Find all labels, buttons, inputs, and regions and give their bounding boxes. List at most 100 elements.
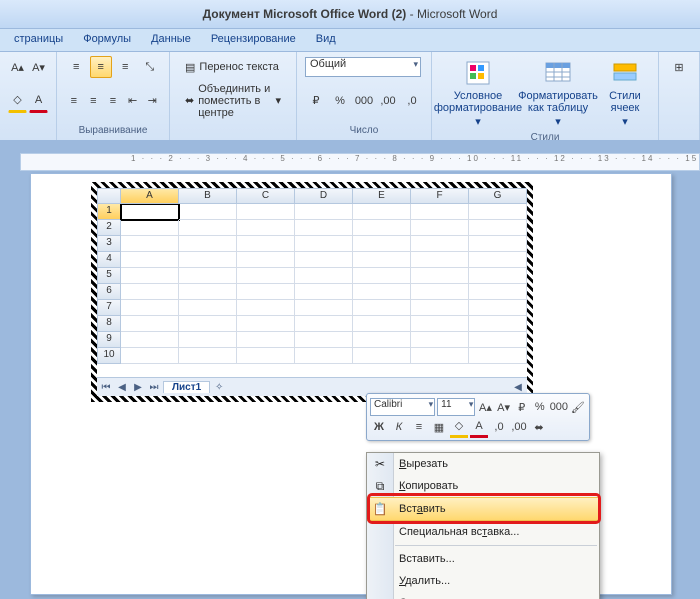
align-center-icon[interactable]: ≡ [85,90,103,112]
cell[interactable] [121,268,179,284]
cell[interactable] [237,236,295,252]
cell[interactable] [353,300,411,316]
mini-percent-icon[interactable]: % [532,398,548,416]
decrease-decimal-icon[interactable]: ,0 [401,90,423,112]
cell[interactable] [121,316,179,332]
cell[interactable] [121,284,179,300]
insert-cells-icon[interactable]: ⊞ [667,56,691,78]
cell[interactable] [469,300,527,316]
cell[interactable] [353,268,411,284]
mini-size-combo[interactable]: 11 [437,398,475,416]
cell[interactable] [179,300,237,316]
cell[interactable] [121,220,179,236]
cell[interactable] [469,348,527,364]
orientation-icon[interactable]: ⤡ [139,56,162,78]
cell[interactable] [469,284,527,300]
cell[interactable] [411,332,469,348]
grid-body[interactable]: 1 2 3 4 5 6 7 8 9 10 [97,204,527,377]
mini-fill-color-icon[interactable]: ◇ [450,417,468,438]
mini-increase-decimal-icon[interactable]: ,00 [510,418,528,436]
cell[interactable] [237,268,295,284]
align-right-icon[interactable]: ≡ [104,90,122,112]
cell[interactable] [353,332,411,348]
cell[interactable] [121,300,179,316]
cell[interactable] [179,268,237,284]
select-all-corner[interactable] [97,188,121,204]
cell[interactable] [353,220,411,236]
cell[interactable] [295,316,353,332]
cell[interactable] [469,236,527,252]
decrease-font-icon[interactable]: A▾ [29,56,48,78]
cell[interactable] [179,220,237,236]
col-header[interactable]: E [353,188,411,204]
font-color-icon[interactable]: A [29,89,48,113]
row-header[interactable]: 2 [97,220,121,236]
cell[interactable] [179,316,237,332]
cell[interactable] [353,316,411,332]
mini-decrease-decimal-icon[interactable]: ,0 [490,418,508,436]
comma-icon[interactable]: 000 [353,90,375,112]
mini-currency-icon[interactable]: ₽ [514,398,530,416]
cell-styles-button[interactable]: Стили ячеек ▾ [600,56,650,130]
menu-copy[interactable]: ⧉Копировать [367,475,599,497]
row-header[interactable]: 1 [97,204,121,220]
cell[interactable] [469,332,527,348]
cell[interactable] [237,316,295,332]
mini-borders-icon[interactable]: ▦ [430,418,448,436]
mini-align-center-icon[interactable]: ≡ [410,418,428,436]
indent-dec-icon[interactable]: ⇤ [124,90,142,112]
col-header[interactable]: D [295,188,353,204]
wrap-text-button[interactable]: ▤Перенос текста [178,56,288,78]
sheet-tab[interactable]: Лист1 [163,381,210,393]
row-header[interactable]: 9 [97,332,121,348]
align-bottom-icon[interactable]: ≡ [114,56,137,78]
cell[interactable] [237,220,295,236]
align-left-icon[interactable]: ≡ [65,90,83,112]
cell[interactable] [237,300,295,316]
col-header[interactable]: A [121,188,179,204]
cell[interactable] [295,284,353,300]
row-header[interactable]: 6 [97,284,121,300]
cell[interactable] [179,204,237,220]
mini-grow-font-icon[interactable]: A▴ [477,398,493,416]
row-header[interactable]: 3 [97,236,121,252]
col-header[interactable]: B [179,188,237,204]
cell[interactable] [411,220,469,236]
cell[interactable] [411,252,469,268]
mini-comma-icon[interactable]: 000 [550,398,568,416]
cell[interactable] [469,220,527,236]
percent-icon[interactable]: % [329,90,351,112]
cell[interactable] [237,284,295,300]
tab-formulas[interactable]: Формулы [73,29,141,51]
mini-merge-icon[interactable]: ⬌ [530,418,548,436]
row-header[interactable]: 7 [97,300,121,316]
cell[interactable] [179,236,237,252]
menu-cut[interactable]: ✂Вырезать [367,453,599,475]
tab-view[interactable]: Вид [306,29,346,51]
cell[interactable] [353,236,411,252]
tab-data[interactable]: Данные [141,29,201,51]
increase-font-icon[interactable]: A▴ [8,56,27,78]
tab-page[interactable]: страницы [4,29,73,51]
cell[interactable] [121,252,179,268]
row-header[interactable]: 10 [97,348,121,364]
cell[interactable] [469,252,527,268]
tab-review[interactable]: Рецензирование [201,29,306,51]
col-header[interactable]: F [411,188,469,204]
sheet-nav-first-icon[interactable]: ⏮ [99,382,113,393]
mini-bold-icon[interactable]: Ж [370,418,388,436]
mini-font-color-icon[interactable]: A [470,417,488,438]
sheet-nav-last-icon[interactable]: ⏭ [147,382,161,393]
cell[interactable] [353,348,411,364]
cell[interactable] [179,284,237,300]
sheet-nav-prev-icon[interactable]: ◀ [115,382,129,393]
align-top-icon[interactable]: ≡ [65,56,88,78]
cell[interactable] [121,348,179,364]
cell[interactable] [295,204,353,220]
increase-decimal-icon[interactable]: ,00 [377,90,399,112]
cell[interactable] [237,348,295,364]
cell[interactable] [411,268,469,284]
menu-paste-special[interactable]: Специальная вставка... [367,521,599,543]
menu-insert[interactable]: Вставить... [367,548,599,570]
cell[interactable] [295,268,353,284]
